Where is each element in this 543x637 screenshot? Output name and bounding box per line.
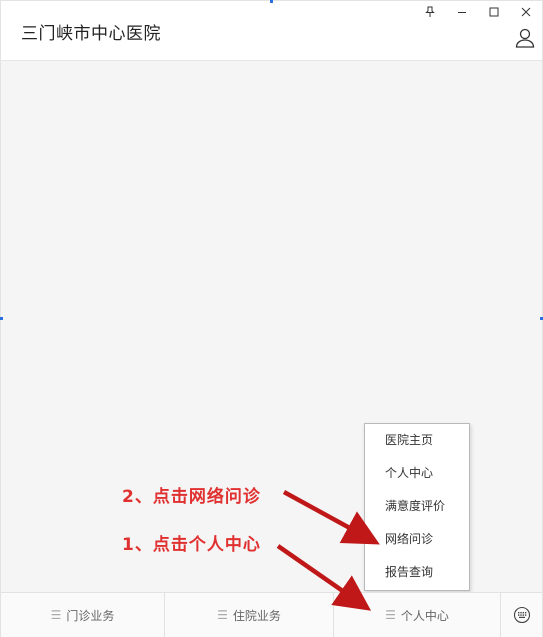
user-icon[interactable]	[514, 27, 536, 49]
menu-item-satisfaction[interactable]: 满意度评价	[365, 490, 469, 523]
title-bar: 三门峡市中心医院	[1, 1, 542, 61]
keyboard-icon[interactable]	[501, 593, 542, 637]
close-icon[interactable]	[510, 1, 542, 23]
maximize-icon[interactable]	[478, 1, 510, 23]
tab-personal-center[interactable]: ☰ 个人中心	[334, 593, 501, 637]
tab-inpatient[interactable]: ☰ 住院业务	[165, 593, 334, 637]
app-title: 三门峡市中心医院	[21, 24, 161, 44]
resize-handle-left[interactable]	[0, 317, 3, 320]
minimize-icon[interactable]	[446, 1, 478, 23]
tab-outpatient[interactable]: ☰ 门诊业务	[1, 593, 165, 637]
menu-item-hospital-home[interactable]: 医院主页	[365, 424, 469, 457]
tab-label: 门诊业务	[66, 608, 115, 623]
menu-icon: ☰	[385, 608, 396, 622]
app-window: 三门峡市中心医院 医院主页 个人中心 满意度评价 网络问诊 报告查询 ☰ 门诊业…	[0, 0, 543, 637]
tab-label: 住院业务	[232, 608, 281, 623]
popup-menu: 医院主页 个人中心 满意度评价 网络问诊 报告查询	[364, 423, 470, 591]
menu-item-personal-center[interactable]: 个人中心	[365, 457, 469, 490]
menu-item-report-query[interactable]: 报告查询	[365, 556, 469, 589]
tab-label: 个人中心	[400, 608, 449, 623]
menu-icon: ☰	[217, 608, 228, 622]
menu-icon: ☰	[50, 608, 62, 622]
annotation-step-2: 2、点击网络问诊	[122, 487, 261, 507]
window-controls	[414, 1, 542, 23]
pin-icon[interactable]	[414, 1, 446, 23]
annotation-step-1: 1、点击个人中心	[122, 535, 261, 555]
menu-item-online-consult[interactable]: 网络问诊	[365, 523, 469, 556]
bottom-nav: ☰ 门诊业务 ☰ 住院业务 ☰ 个人中心	[1, 592, 542, 637]
resize-handle-top[interactable]	[270, 0, 273, 3]
